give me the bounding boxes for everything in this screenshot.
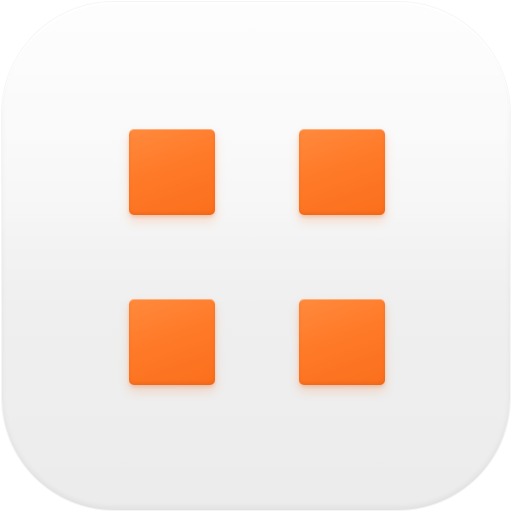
grid-tile-top-left	[129, 129, 215, 215]
grid-app-icon[interactable]	[2, 2, 510, 510]
grid-tile-bottom-left	[129, 299, 215, 385]
grid-tile-bottom-right	[299, 299, 385, 385]
grid-tile-top-right	[299, 129, 385, 215]
canvas	[0, 0, 512, 512]
